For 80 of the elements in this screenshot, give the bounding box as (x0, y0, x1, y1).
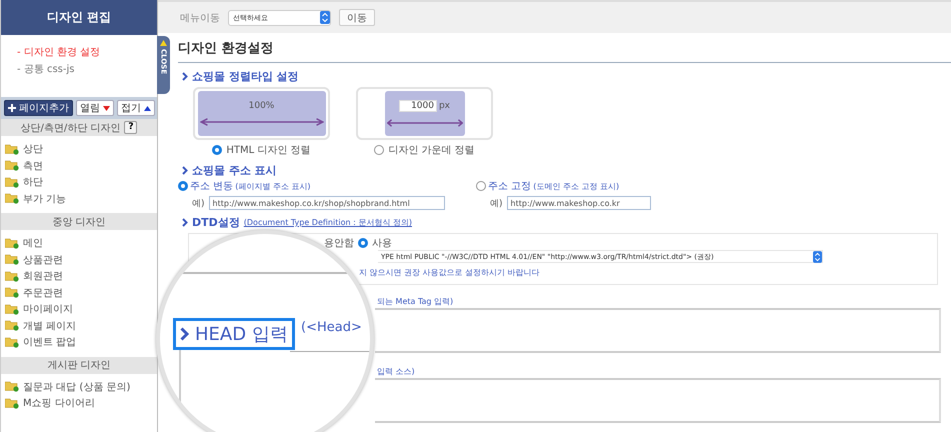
chevron-icon (180, 327, 189, 341)
option-note: (도메인 주소 고정 표시) (533, 180, 620, 192)
field-caption: 되는 Meta Tag 입력) (377, 296, 454, 307)
sidebar-link[interactable]: - 공통 css-js (17, 62, 157, 76)
double-arrow-icon (386, 119, 462, 127)
folder-icon (5, 398, 19, 409)
stepper-icon (813, 250, 822, 262)
radio-option[interactable]: 디자인 가운데 정렬 (374, 143, 475, 157)
radio-button[interactable] (178, 181, 188, 191)
tree-item[interactable]: 개별 페이지 (5, 318, 157, 334)
section-heading: 쇼핑몰 주소 표시 (192, 163, 277, 178)
folder-icon (5, 144, 19, 155)
section-subtitle: (Document Type Definition : 문서형식 정의) (244, 217, 412, 228)
tree-item[interactable]: 질문과 대답 (상품 문의) (5, 378, 157, 395)
unit-label: px (438, 101, 450, 111)
source-textarea[interactable] (375, 378, 941, 423)
help-button[interactable]: ? (124, 121, 138, 134)
section-title: 중앙 디자인 (52, 216, 106, 228)
folder-icon (5, 287, 19, 298)
tree-item[interactable]: 상단 (5, 141, 157, 158)
caret-down-icon (103, 106, 110, 110)
page-title: 디자인 환경설정 (178, 35, 951, 63)
section-heading: DTD설정 (192, 215, 240, 230)
section-title: 상단/측면/하단 디자인 (20, 122, 120, 134)
go-button[interactable]: 이동 (339, 9, 375, 26)
radio-button[interactable] (476, 181, 486, 191)
tree-item[interactable]: 마이페이지 (5, 301, 157, 318)
tree-item[interactable]: 주문관련 (5, 284, 157, 301)
add-page-button[interactable]: 페이지추가 (4, 100, 73, 116)
tree-item[interactable]: 부가 기능 (5, 190, 157, 207)
tree-item[interactable]: 측면 (5, 158, 157, 174)
meta-textarea[interactable] (375, 308, 941, 353)
width-label: 100% (248, 101, 274, 111)
folder-icon (5, 336, 19, 348)
example-label: 예) (192, 198, 205, 210)
folder-icon (5, 254, 19, 266)
radio-option[interactable]: HTML 디자인 정렬 (212, 143, 311, 157)
section-heading: 쇼핑몰 정렬타입 설정 (192, 69, 299, 84)
example-label: 예) (490, 198, 503, 210)
panel-title: 디자인 편집 (1, 0, 157, 35)
section-title: 게시판 디자인 (47, 359, 111, 372)
url-input[interactable]: http://www.makeshop.co.kr (506, 196, 651, 210)
width-input[interactable]: 1000 (398, 100, 437, 112)
folder-icon (5, 160, 19, 172)
tree-item[interactable]: 회원관련 (5, 268, 157, 284)
tree-item[interactable]: 상품관련 (5, 252, 157, 268)
tree-item[interactable]: 하단 (5, 174, 157, 190)
folder-icon (5, 381, 19, 392)
caret-up-icon (144, 106, 151, 110)
toolbar-button[interactable]: 접기 (117, 100, 155, 116)
magnified-text: (<Head> (301, 320, 362, 335)
double-arrow-icon (200, 118, 324, 126)
tree-item[interactable]: 이벤트 팝업 (5, 334, 157, 350)
folder-icon (5, 193, 19, 204)
folder-icon (5, 304, 19, 315)
chevron-icon (182, 218, 188, 227)
tree-item[interactable]: M쇼핑 다이어리 (5, 395, 157, 412)
folder-icon (5, 176, 19, 188)
option-label: 용안함 (324, 237, 354, 250)
option-label: 사용 (372, 237, 392, 250)
folder-icon (5, 238, 19, 249)
tree-item[interactable]: 메인 (5, 235, 157, 252)
field-caption: 입력 소스) (377, 366, 415, 377)
option-label: 주소 고정 (488, 180, 532, 193)
magnified-heading: HEAD 입력 (195, 323, 288, 346)
caret-up-icon (160, 40, 167, 46)
stepper-icon (320, 11, 330, 24)
toolbar-button[interactable]: 열림 (76, 100, 114, 116)
folder-icon (5, 320, 19, 332)
plus-icon (8, 104, 16, 112)
option-note: (페이지별 주소 표시) (235, 180, 311, 192)
url-input[interactable]: http://www.makeshop.co.kr/shop/shopbrand.html (208, 196, 445, 210)
menu-label: 메뉴이동 (180, 12, 220, 24)
radio-button[interactable] (358, 238, 368, 248)
folder-icon (5, 270, 19, 282)
chevron-icon (182, 166, 188, 175)
chevron-icon (182, 72, 188, 81)
sidebar-link[interactable]: - 디자인 환경 설정 (17, 45, 157, 59)
option-label: 주소 변동 (190, 180, 234, 193)
dtd-note: 지 않으시면 권장 사용값으로 설정하시기 바랍니다 (359, 267, 540, 278)
